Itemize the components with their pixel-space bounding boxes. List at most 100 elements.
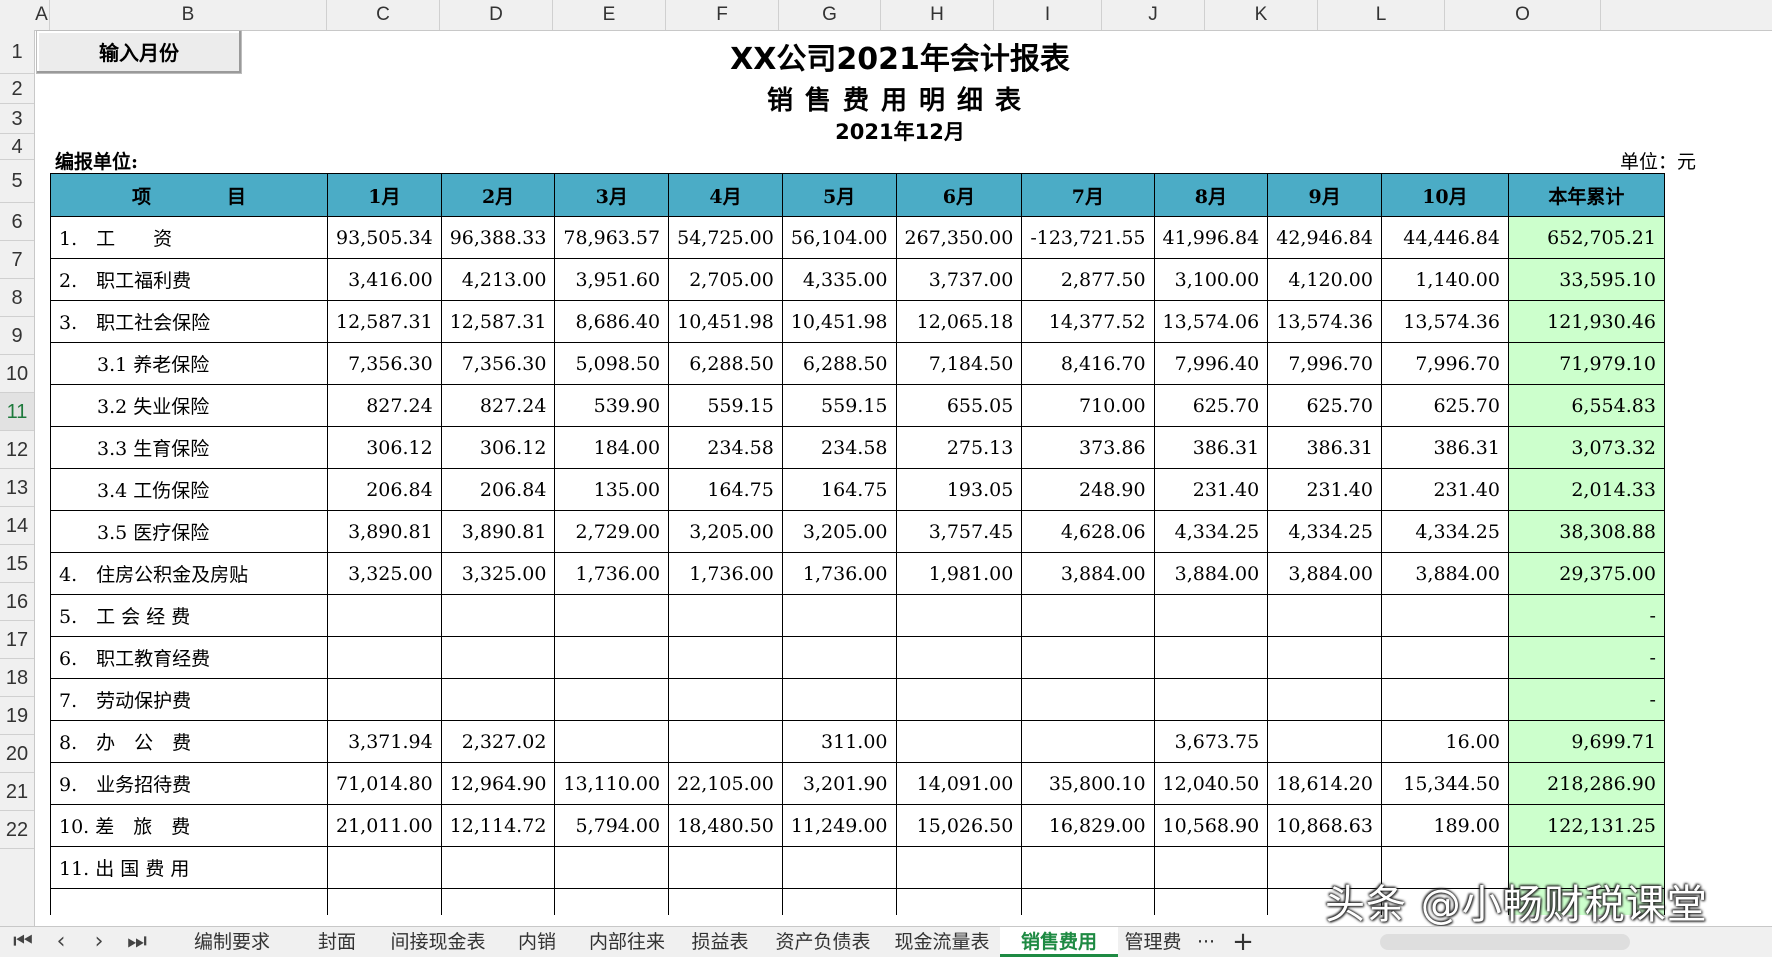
month-value-cell[interactable]: 625.70 [1267,384,1382,427]
month-value-cell[interactable]: 11,249.00 [781,804,897,847]
month-value-cell[interactable]: 3,890.81 [327,510,442,553]
row-header-15[interactable]: 15 [0,545,34,583]
month-value-cell[interactable] [440,678,556,721]
month-value-cell[interactable]: 7,356.30 [440,342,556,385]
month-value-cell[interactable]: 10,868.63 [1267,804,1382,847]
month-value-cell[interactable]: 4,213.00 [440,258,556,301]
row-header-16[interactable]: 16 [0,583,34,621]
row-header-6[interactable]: 6 [0,203,34,241]
row-header-18[interactable]: 18 [0,659,34,697]
month-value-cell[interactable] [668,846,783,889]
month-value-cell[interactable]: 56,104.00 [781,216,897,259]
header-cell[interactable]: 10月 [1380,173,1509,217]
sheet-tab[interactable]: 资产负债表 [762,927,884,957]
month-value-cell[interactable] [327,594,442,637]
month-value-cell[interactable] [327,636,442,679]
month-value-cell[interactable]: 231.40 [1153,468,1269,511]
month-value-cell[interactable] [1380,594,1509,637]
month-value-cell[interactable]: 71,014.80 [327,762,442,805]
ytd-total-cell[interactable]: - [1507,594,1665,637]
month-value-cell[interactable]: 206.84 [440,468,556,511]
month-value-cell[interactable]: 16,829.00 [1021,804,1155,847]
month-value-cell[interactable] [1021,678,1155,721]
month-value-cell[interactable]: 18,614.20 [1267,762,1382,805]
ytd-total-cell[interactable]: 652,705.21 [1507,216,1665,259]
month-value-cell[interactable] [895,720,1023,763]
ytd-total-cell[interactable]: 33,595.10 [1507,258,1665,301]
partial-cell[interactable] [895,888,1023,915]
month-value-cell[interactable]: 12,065.18 [895,300,1023,343]
month-value-cell[interactable]: 7,996.40 [1153,342,1269,385]
month-value-cell[interactable]: 231.40 [1380,468,1509,511]
column-header-i[interactable]: I [994,0,1102,30]
row-header-17[interactable]: 17 [0,621,34,659]
month-value-cell[interactable]: 1,736.00 [668,552,783,595]
month-value-cell[interactable]: 10,451.98 [668,300,783,343]
month-value-cell[interactable]: 539.90 [554,384,670,427]
sheet-tab[interactable]: 管理费 [1118,927,1188,957]
month-value-cell[interactable]: 12,587.31 [440,300,556,343]
row-header-7[interactable]: 7 [0,241,34,279]
partial-cell[interactable] [1153,888,1269,915]
month-value-cell[interactable] [1380,636,1509,679]
column-header-b[interactable]: B [50,0,327,30]
header-cell[interactable]: 2月 [440,173,556,217]
month-value-cell[interactable]: 8,416.70 [1021,342,1155,385]
ytd-total-cell[interactable]: - [1507,636,1665,679]
month-value-cell[interactable] [781,594,897,637]
month-value-cell[interactable]: 3,416.00 [327,258,442,301]
row-header-22[interactable]: 22 [0,811,34,849]
month-value-cell[interactable]: 42,946.84 [1267,216,1382,259]
row-header-14[interactable]: 14 [0,507,34,545]
more-tabs-icon[interactable]: ··· [1188,927,1224,957]
item-name-cell[interactable]: 4. 住房公积金及房贴 [50,552,328,595]
month-value-cell[interactable]: 1,736.00 [781,552,897,595]
month-value-cell[interactable]: 96,388.33 [440,216,556,259]
month-value-cell[interactable]: 54,725.00 [668,216,783,259]
month-value-cell[interactable] [1153,846,1269,889]
partial-cell[interactable] [554,888,670,915]
month-value-cell[interactable]: 386.31 [1380,426,1509,469]
item-name-cell[interactable]: 3.3 生育保险 [50,426,328,469]
month-value-cell[interactable] [668,594,783,637]
month-value-cell[interactable] [554,678,670,721]
ytd-total-cell[interactable]: 29,375.00 [1507,552,1665,595]
month-value-cell[interactable]: 12,040.50 [1153,762,1269,805]
partial-cell[interactable] [440,888,556,915]
column-header-e[interactable]: E [553,0,666,30]
item-name-cell[interactable]: 2. 职工福利费 [50,258,328,301]
month-value-cell[interactable]: 193.05 [895,468,1023,511]
month-value-cell[interactable] [895,678,1023,721]
month-value-cell[interactable]: 164.75 [781,468,897,511]
row-header-12[interactable]: 12 [0,431,34,469]
month-value-cell[interactable]: 386.31 [1153,426,1269,469]
item-name-cell[interactable]: 8. 办 公 费 [50,720,328,763]
item-name-cell[interactable]: 1. 工 资 [50,216,328,259]
ytd-total-cell[interactable]: 3,073.32 [1507,426,1665,469]
month-value-cell[interactable]: 4,334.25 [1153,510,1269,553]
header-cell[interactable]: 9月 [1267,173,1382,217]
month-value-cell[interactable] [327,678,442,721]
item-name-cell[interactable]: 7. 劳动保护费 [50,678,328,721]
sheet-tab[interactable]: 损益表 [678,927,762,957]
month-value-cell[interactable]: 275.13 [895,426,1023,469]
header-cell[interactable]: 1月 [327,173,442,217]
month-value-cell[interactable]: 15,344.50 [1380,762,1509,805]
month-value-cell[interactable] [1021,846,1155,889]
row-header-11[interactable]: 11 [0,393,34,431]
header-cell[interactable]: 项 目 [50,173,328,217]
item-name-cell[interactable]: 3. 职工社会保险 [50,300,328,343]
partial-cell[interactable] [781,888,897,915]
item-name-cell[interactable]: 6. 职工教育经费 [50,636,328,679]
ytd-total-cell[interactable]: 121,930.46 [1507,300,1665,343]
month-value-cell[interactable] [554,636,670,679]
month-value-cell[interactable]: 559.15 [781,384,897,427]
horizontal-scrollbar[interactable] [1380,934,1630,950]
month-value-cell[interactable] [668,636,783,679]
month-value-cell[interactable]: 14,377.52 [1021,300,1155,343]
month-value-cell[interactable]: 135.00 [554,468,670,511]
month-value-cell[interactable]: 6,288.50 [668,342,783,385]
month-value-cell[interactable]: 3,205.00 [668,510,783,553]
month-value-cell[interactable] [781,846,897,889]
month-value-cell[interactable] [1021,720,1155,763]
